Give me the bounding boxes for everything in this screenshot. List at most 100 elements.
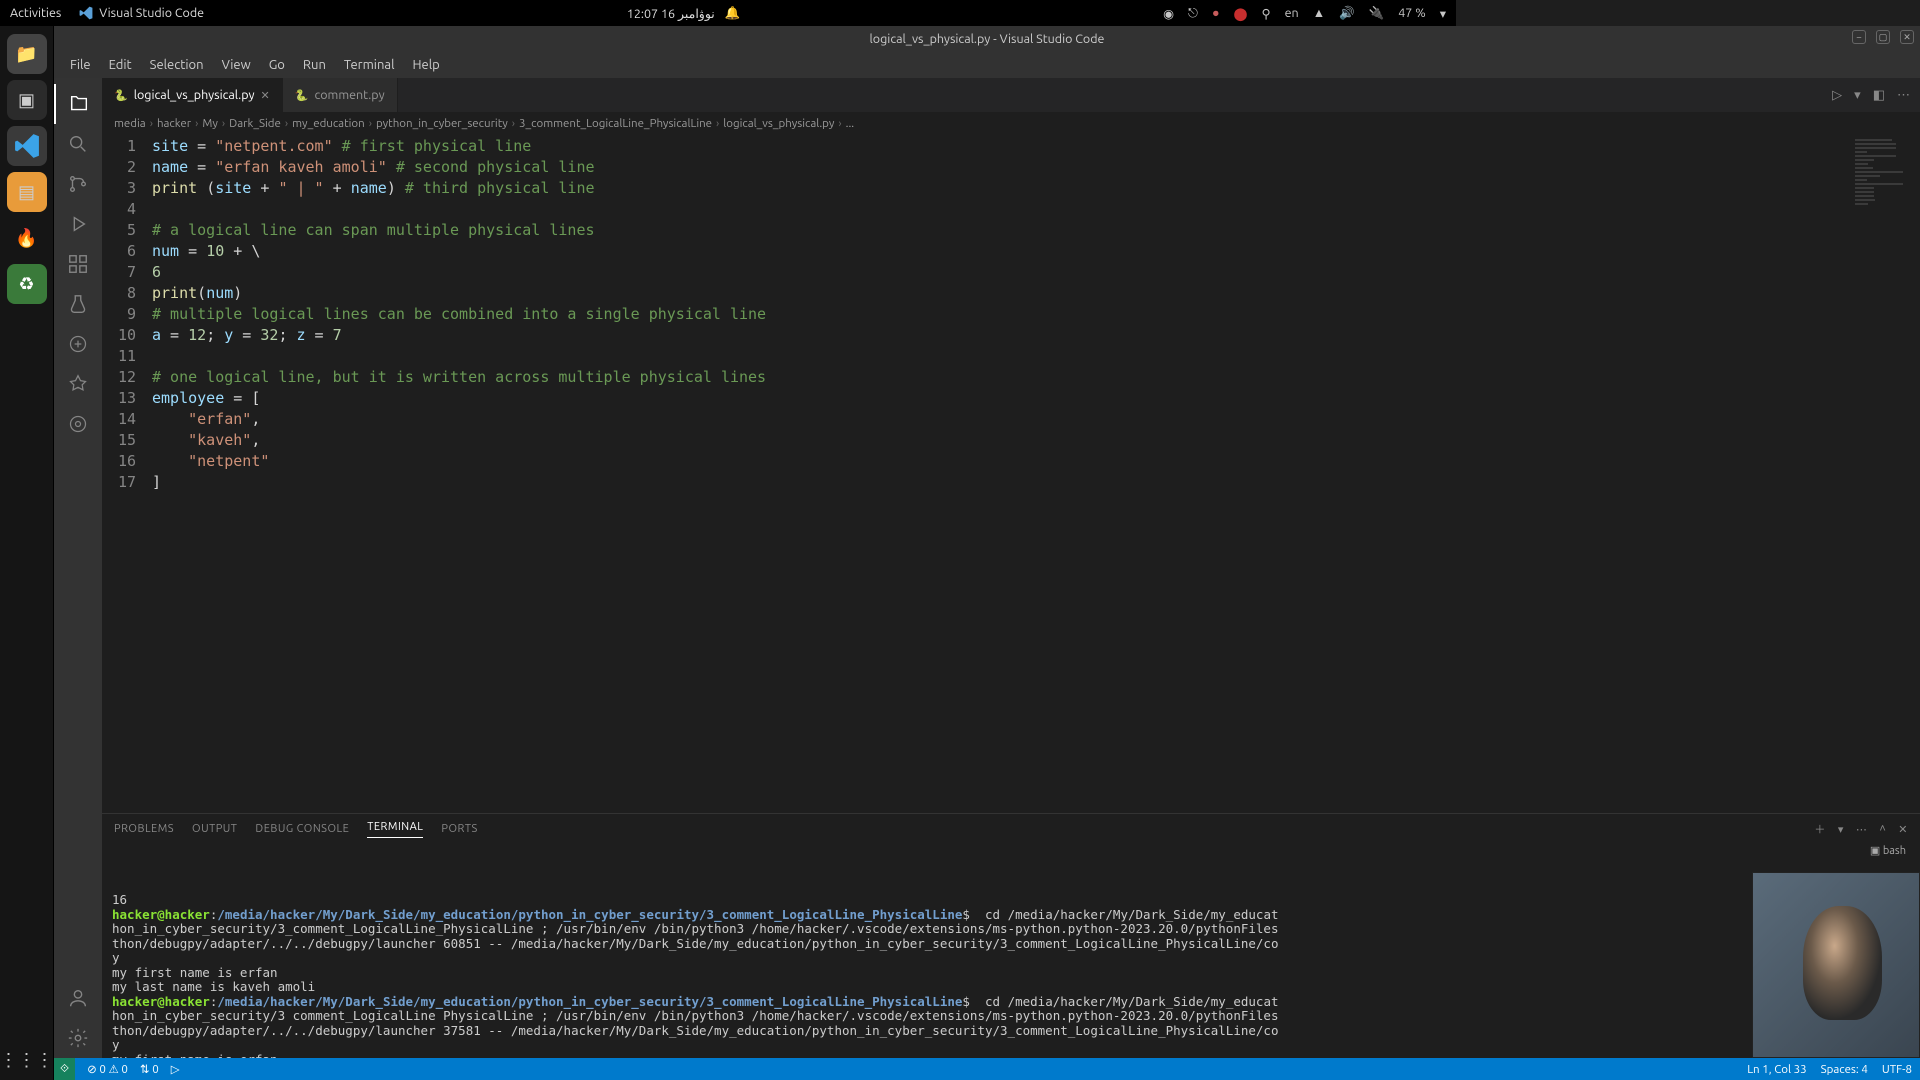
panel-more-icon[interactable]: ⋯	[1856, 823, 1868, 836]
code-line[interactable]: "erfan",	[152, 409, 1840, 430]
menu-help[interactable]: Help	[404, 56, 447, 74]
extensions-icon[interactable]	[54, 244, 102, 284]
breadcrumb-segment[interactable]: 3_comment_LogicalLine_PhysicalLine	[519, 117, 712, 130]
minimize-button[interactable]: –	[1852, 30, 1866, 44]
terminal-dropdown-icon[interactable]: ▾	[1838, 823, 1844, 836]
status-spaces[interactable]: Spaces: 4	[1821, 1063, 1868, 1076]
code-line[interactable]: site = "netpent.com" # first physical li…	[152, 136, 1840, 157]
tray-icon-4[interactable]: ⬤	[1234, 6, 1248, 21]
panel-tab-terminal[interactable]: TERMINAL	[367, 821, 423, 838]
dock-firefox-icon[interactable]: 🔥	[7, 218, 47, 258]
wifi-icon[interactable]: ▲	[1313, 6, 1325, 20]
breadcrumb-segment[interactable]: ...	[846, 117, 855, 130]
code-line[interactable]: employee = [	[152, 388, 1840, 409]
breadcrumb-segment[interactable]: python_in_cyber_security	[376, 117, 508, 130]
menu-terminal[interactable]: Terminal	[336, 56, 403, 74]
testing-icon[interactable]	[54, 284, 102, 324]
code-line[interactable]: ]	[152, 472, 1840, 493]
breadcrumb-segment[interactable]: logical_vs_physical.py	[723, 117, 834, 130]
tray-icon-3[interactable]: ●	[1212, 6, 1220, 20]
menu-selection[interactable]: Selection	[142, 56, 212, 74]
breadcrumb-segment[interactable]: Dark_Side	[229, 117, 281, 130]
settings-icon[interactable]	[54, 1018, 102, 1058]
extra-icon-3[interactable]	[54, 404, 102, 444]
dock-apps-icon[interactable]: ⋮⋮⋮	[7, 1040, 47, 1080]
code-line[interactable]: "netpent"	[152, 451, 1840, 472]
system-menu-icon[interactable]: ▾	[1440, 6, 1446, 21]
split-editor-icon[interactable]: ◧	[1873, 88, 1885, 103]
maximize-panel-icon[interactable]: ˄	[1879, 823, 1886, 835]
breadcrumb-segment[interactable]: media	[114, 117, 146, 130]
status-ports[interactable]: ⇅ 0	[140, 1062, 159, 1076]
extra-icon-1[interactable]	[54, 324, 102, 364]
clock-label[interactable]: نوۋامبر 16 12:07	[627, 6, 715, 21]
code-line[interactable]: # multiple logical lines can be combined…	[152, 304, 1840, 325]
volume-icon[interactable]: 🔊	[1339, 6, 1355, 21]
battery-label[interactable]: 47 %	[1398, 6, 1425, 20]
code-line[interactable]: print(num)	[152, 283, 1840, 304]
code-line[interactable]: name = "erfan kaveh amoli" # second phys…	[152, 157, 1840, 178]
code-line[interactable]: print (site + " | " + name) # third phys…	[152, 178, 1840, 199]
more-actions-icon[interactable]: ⋯	[1897, 88, 1910, 103]
panel-tab-problems[interactable]: PROBLEMS	[114, 823, 174, 835]
breadcrumb-segment[interactable]: hacker	[157, 117, 191, 130]
activities-button[interactable]: Activities	[10, 6, 61, 20]
accessibility-icon[interactable]: ⚲	[1262, 6, 1271, 21]
explorer-icon[interactable]	[54, 84, 102, 124]
panel-tab-output[interactable]: OUTPUT	[192, 823, 237, 835]
menu-edit[interactable]: Edit	[101, 56, 140, 74]
dock-recycle-icon[interactable]: ♻	[7, 264, 47, 304]
debug-icon[interactable]	[54, 204, 102, 244]
new-terminal-icon[interactable]: ＋	[1814, 821, 1826, 837]
terminal-shell-label[interactable]: ▣ bash	[1870, 844, 1906, 862]
code-content[interactable]: site = "netpent.com" # first physical li…	[152, 134, 1840, 813]
terminal-output[interactable]: 16hacker@hacker:/media/hacker/My/Dark_Si…	[102, 862, 1920, 1058]
breadcrumb-segment[interactable]: my_education	[292, 117, 365, 130]
status-live-icon[interactable]: ▷	[171, 1062, 180, 1076]
code-line[interactable]: # one logical line, but it is written ac…	[152, 367, 1840, 388]
power-icon[interactable]: 🔌	[1369, 6, 1385, 21]
minimap[interactable]	[1840, 134, 1920, 813]
dock-files-icon[interactable]: 📁	[7, 34, 47, 74]
tray-icon-1[interactable]: ◉	[1163, 6, 1174, 21]
close-button[interactable]: ✕	[1900, 30, 1914, 44]
tab-comment-py[interactable]: 🐍comment.py	[283, 78, 398, 112]
close-panel-icon[interactable]: ✕	[1898, 823, 1908, 836]
editor-area[interactable]: 1234567891011121314151617 site = "netpen…	[102, 134, 1920, 813]
panel-tab-ports[interactable]: PORTS	[441, 823, 477, 835]
run-dropdown-icon[interactable]: ▾	[1854, 88, 1861, 103]
tray-icon-2[interactable]: ⎋	[1188, 6, 1198, 21]
source-control-icon[interactable]	[54, 164, 102, 204]
tab-close-icon[interactable]: ✕	[261, 89, 270, 102]
extra-icon-2[interactable]	[54, 364, 102, 404]
maximize-button[interactable]: ▢	[1876, 30, 1890, 44]
status-encoding[interactable]: UTF-8	[1882, 1063, 1912, 1076]
breadcrumb-segment[interactable]: My	[202, 117, 218, 130]
menu-go[interactable]: Go	[261, 56, 293, 74]
notification-icon[interactable]: 🔔	[725, 6, 741, 21]
breadcrumb[interactable]: media›hacker›My›Dark_Side›my_education›p…	[102, 112, 1920, 134]
code-line[interactable]	[152, 199, 1840, 220]
status-cursor[interactable]: Ln 1, Col 33	[1747, 1063, 1806, 1076]
dock-libreoffice-icon[interactable]: ▤	[7, 172, 47, 212]
run-file-icon[interactable]: ▷	[1832, 88, 1842, 103]
menu-file[interactable]: File	[62, 56, 99, 74]
active-app-indicator[interactable]: Visual Studio Code	[79, 6, 204, 20]
search-icon[interactable]	[54, 124, 102, 164]
input-language[interactable]: en	[1285, 6, 1299, 20]
code-line[interactable]: 6	[152, 262, 1840, 283]
menu-view[interactable]: View	[214, 56, 259, 74]
panel-tab-debug-console[interactable]: DEBUG CONSOLE	[255, 823, 349, 835]
code-line[interactable]	[152, 346, 1840, 367]
code-line[interactable]: # a logical line can span multiple physi…	[152, 220, 1840, 241]
remote-indicator[interactable]: ⟐	[54, 1058, 75, 1080]
code-line[interactable]: "kaveh",	[152, 430, 1840, 451]
status-errors[interactable]: ⊘ 0 ⚠ 0	[87, 1062, 128, 1076]
dock-vscode-icon[interactable]	[7, 126, 47, 166]
tab-logical_vs_physical-py[interactable]: 🐍logical_vs_physical.py✕	[102, 78, 283, 112]
code-line[interactable]: a = 12; y = 32; z = 7	[152, 325, 1840, 346]
menu-run[interactable]: Run	[295, 56, 334, 74]
account-icon[interactable]	[54, 978, 102, 1018]
code-line[interactable]: num = 10 + \	[152, 241, 1840, 262]
dock-terminal-icon[interactable]: ▣	[7, 80, 47, 120]
